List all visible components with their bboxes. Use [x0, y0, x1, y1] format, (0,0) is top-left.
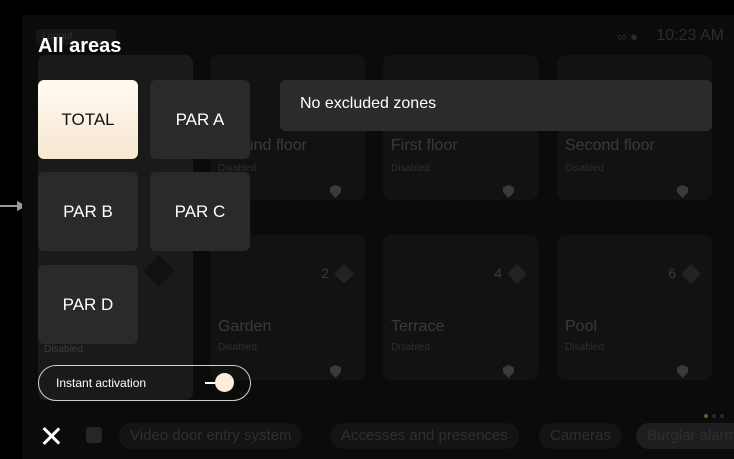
- area-tile-par-c[interactable]: PAR C: [150, 172, 250, 251]
- instant-activation-toggle[interactable]: Instant activation: [38, 365, 251, 401]
- pointer-line: [0, 205, 18, 207]
- zone-state: Disabled: [391, 163, 430, 174]
- page-indicator: [700, 405, 724, 423]
- shield-icon: [330, 185, 341, 198]
- zone-name: Second floor: [565, 137, 655, 154]
- home-icon: [86, 427, 102, 443]
- nav-chip-video-door: Video door entry system: [119, 423, 303, 449]
- zone-state: Disabled: [565, 163, 604, 174]
- zone-state: Disabled: [565, 342, 604, 353]
- shield-icon: [330, 365, 341, 378]
- zone-name: First floor: [391, 137, 458, 154]
- zone-count: 2: [321, 265, 329, 281]
- zone-card: 6 Pool Disabled: [557, 235, 712, 380]
- zone-state: Disabled: [391, 342, 430, 353]
- zone-diamond-icon: [681, 264, 701, 284]
- zone-card: 2 Garden Disabled: [210, 235, 365, 380]
- page-title: All areas: [38, 35, 122, 57]
- area-tile-par-d[interactable]: PAR D: [38, 265, 138, 344]
- nav-chip-burglar-alarm: Burglar alarm: [636, 423, 734, 449]
- instant-activation-label: Instant activation: [56, 376, 147, 390]
- side-panel-state: Disabled: [44, 344, 83, 355]
- zone-diamond-icon: [143, 255, 175, 287]
- shield-icon: [503, 185, 514, 198]
- status-bar: ∞ ● 10:23 AM: [534, 27, 734, 47]
- zone-diamond-icon: [334, 264, 354, 284]
- zone-name: Garden: [218, 318, 272, 335]
- status-icons: ∞ ●: [617, 29, 638, 44]
- area-tile-par-a[interactable]: PAR A: [150, 80, 250, 159]
- zone-card: 4 Terrace Disabled: [383, 235, 538, 380]
- zone-name: Pool: [565, 318, 598, 335]
- alarm-screen: Logout ∞ ● 10:23 AM Disabled Ground floo…: [22, 15, 734, 459]
- excluded-zones-banner: No excluded zones: [280, 80, 712, 131]
- clock: 10:23 AM: [656, 27, 724, 44]
- nav-chip-cameras: Cameras: [539, 423, 622, 449]
- zone-count: 6: [668, 265, 676, 281]
- zone-count: 4: [494, 265, 502, 281]
- shield-icon: [677, 185, 688, 198]
- nav-chip-accesses: Accesses and presences: [330, 423, 519, 449]
- zone-name: Terrace: [391, 318, 445, 335]
- toggle-knob[interactable]: [215, 373, 234, 392]
- area-tile-par-b[interactable]: PAR B: [38, 172, 138, 251]
- zone-diamond-icon: [507, 264, 527, 284]
- zone-state: Disabled: [218, 342, 257, 353]
- close-icon[interactable]: [40, 425, 62, 447]
- shield-icon: [677, 365, 688, 378]
- area-tile-total[interactable]: TOTAL: [38, 80, 138, 159]
- shield-icon: [503, 365, 514, 378]
